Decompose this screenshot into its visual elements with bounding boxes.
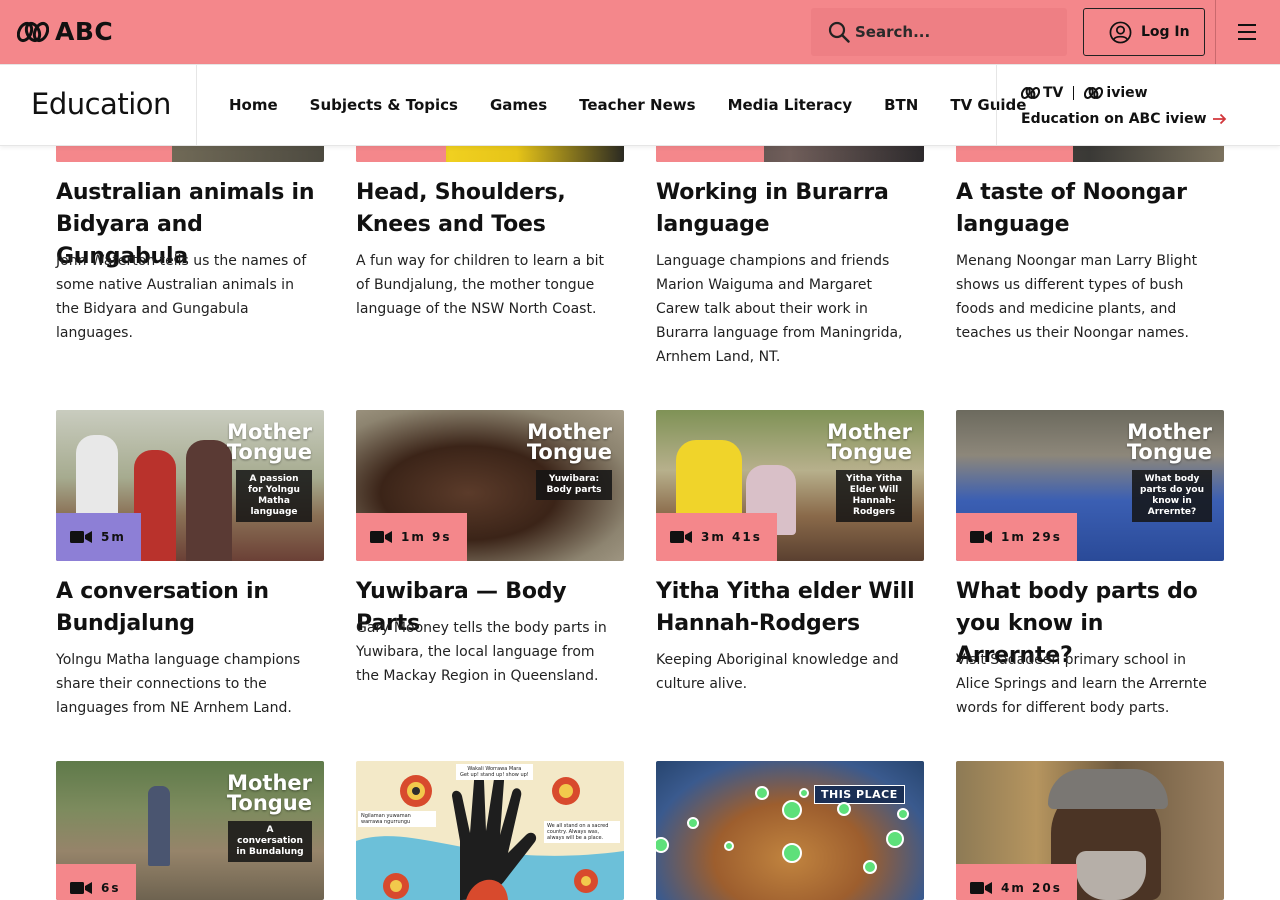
abc-logo-link[interactable]: ABC	[17, 19, 113, 45]
abc-logo-icon	[1021, 86, 1040, 100]
card-description: Menang Noongar man Larry Blight shows us…	[956, 253, 1198, 341]
card-title[interactable]: Head, Shoulders, Knees and Toes	[356, 177, 624, 241]
card-description: Visit Sadadeen primary school in Alice S…	[956, 652, 1207, 716]
mother-tongue-subtitle: Yuwibara: Body parts	[536, 470, 612, 500]
video-thumbnail[interactable]: THIS PLACE	[656, 761, 924, 900]
card-description: A fun way for children to learn a bit of…	[356, 253, 604, 317]
video-thumbnail[interactable]: Mother Tongue A passion for Yolngu Matha…	[56, 410, 324, 561]
education-nav: Education Home Subjects & Topics Games T…	[0, 64, 1280, 146]
iview-link-label: Education on ABC iview	[1021, 111, 1207, 127]
card-title[interactable]: Working in Burarra language	[656, 177, 924, 241]
mother-tongue-title: Mother Tongue	[226, 420, 312, 464]
duration-badge: 5m	[56, 513, 141, 561]
mother-tongue-title: Mother Tongue	[226, 771, 312, 815]
video-thumbnail[interactable]: Mother Tongue What body parts do you kno…	[956, 410, 1224, 561]
card-description: Yolngu Matha language champions share th…	[56, 652, 301, 716]
logo-separator	[1073, 86, 1075, 100]
top-header: ABC Log In	[0, 0, 1280, 64]
abc-tv-iview-logo: TV iview	[1021, 85, 1148, 101]
login-button[interactable]: Log In	[1083, 8, 1205, 56]
abc-tv-logo: TV	[1021, 85, 1063, 101]
nav-link-btn[interactable]: BTN	[884, 96, 918, 114]
nav-link-media-literacy[interactable]: Media Literacy	[728, 96, 853, 114]
abc-iview-label: iview	[1106, 85, 1148, 101]
mother-tongue-subtitle: What body parts do you know in Arrernte?	[1132, 470, 1212, 522]
mother-tongue-title: Mother Tongue	[1126, 420, 1212, 464]
card-description: Gary Mooney tells the body parts in Yuwi…	[356, 620, 607, 684]
video-thumbnail[interactable]: 4m 20s	[956, 761, 1224, 900]
artwork-caption: Wakali Worrawa Mara Get up! stand up! sh…	[456, 764, 533, 780]
duration-text: 5m	[101, 530, 126, 544]
abc-tv-label: TV	[1043, 85, 1064, 101]
video-camera-icon	[970, 882, 992, 894]
nav-divider	[996, 65, 997, 146]
nav-link-games[interactable]: Games	[490, 96, 547, 114]
abc-iview-logo: iview	[1084, 85, 1148, 101]
card-description: John Waterton tells us the names of some…	[56, 253, 307, 341]
nav-link-teacher-news[interactable]: Teacher News	[579, 96, 695, 114]
abc-logo-text: ABC	[55, 17, 114, 46]
duration-badge: 3m 41s	[656, 513, 777, 561]
card-title[interactable]: A conversation in Bundjalung	[56, 576, 324, 640]
duration-badge: 1m 9s	[356, 513, 467, 561]
duration-badge: 1m 29s	[956, 513, 1077, 561]
artwork-text: Get up! stand up! show up!	[460, 772, 529, 778]
card-description: Keeping Aboriginal knowledge and culture…	[656, 652, 899, 692]
mother-tongue-title: Mother Tongue	[826, 420, 912, 464]
arrow-right-icon	[1212, 113, 1226, 125]
map-markers	[656, 786, 909, 874]
card-title[interactable]: A taste of Noongar language	[956, 177, 1224, 241]
video-camera-icon	[70, 882, 92, 894]
duration-badge: 4m 20s	[956, 864, 1077, 900]
duration-text: 1m 9s	[401, 530, 452, 544]
artwork-text: Ngilaman yuwaman warrawa ngurrungu	[358, 811, 436, 827]
nav-link-home[interactable]: Home	[229, 96, 278, 114]
duration-text: 1m 29s	[1001, 530, 1062, 544]
mother-tongue-subtitle: A conversation in Bundalung	[228, 821, 312, 862]
header-divider	[1215, 0, 1216, 64]
video-thumbnail[interactable]: Wakali Worrawa Mara Get up! stand up! sh…	[356, 761, 624, 900]
nav-link-subjects-topics[interactable]: Subjects & Topics	[310, 96, 458, 114]
video-camera-icon	[970, 531, 992, 543]
search-input[interactable]	[855, 18, 1055, 46]
login-label: Log In	[1141, 24, 1190, 40]
nav-links: Home Subjects & Topics Games Teacher New…	[229, 96, 1058, 114]
nav-divider	[196, 65, 197, 146]
mother-tongue-subtitle: Yitha Yitha Elder Will Hannah-Rodgers	[836, 470, 912, 522]
duration-text: 3m 41s	[701, 530, 762, 544]
video-camera-icon	[370, 531, 392, 543]
artwork-text: We all stand on a sacred country. Always…	[544, 821, 620, 843]
video-thumbnail[interactable]: Mother Tongue Yuwibara: Body parts 1m 9s	[356, 410, 624, 561]
education-iview-link[interactable]: Education on ABC iview	[1021, 111, 1228, 127]
duration-text: 4m 20s	[1001, 881, 1062, 895]
duration-badge: 6s	[56, 864, 136, 900]
video-camera-icon	[70, 531, 92, 543]
video-camera-icon	[670, 531, 692, 543]
video-thumbnail[interactable]: Mother Tongue A conversation in Bundalun…	[56, 761, 324, 900]
mother-tongue-title: Mother Tongue	[526, 420, 612, 464]
video-thumbnail[interactable]: Mother Tongue Yitha Yitha Elder Will Han…	[656, 410, 924, 561]
card-title[interactable]: Yitha Yitha elder Will Hannah-Rodgers	[656, 576, 924, 640]
user-icon	[1109, 21, 1132, 43]
duration-text: 6s	[101, 881, 121, 895]
section-title[interactable]: Education	[31, 87, 171, 121]
nav-link-tv-guide[interactable]: TV Guide	[950, 96, 1026, 114]
search-box[interactable]	[811, 8, 1067, 56]
search-icon	[828, 21, 850, 43]
mother-tongue-subtitle: A passion for Yolngu Matha language	[236, 470, 312, 522]
hamburger-menu-icon[interactable]	[1236, 22, 1260, 42]
abc-logo-icon	[17, 21, 49, 43]
card-description: Language champions and friends Marion Wa…	[656, 253, 903, 365]
abc-logo-icon	[1084, 86, 1104, 100]
